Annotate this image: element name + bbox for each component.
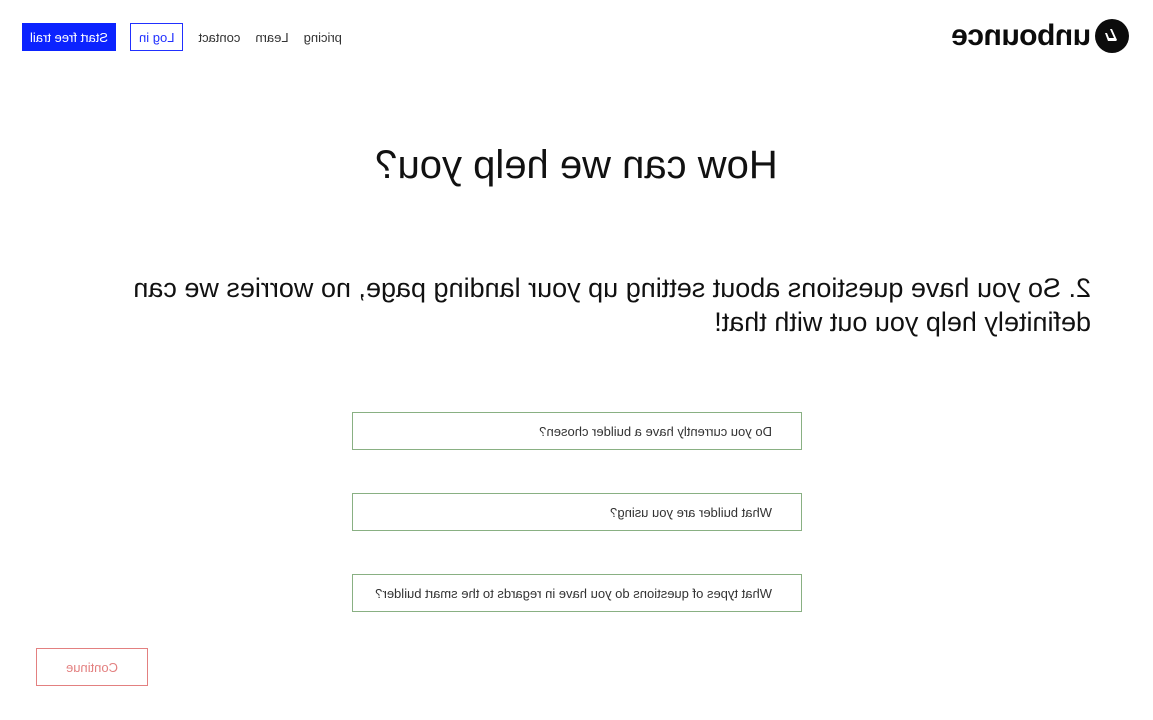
nav-link-contact[interactable]: contact xyxy=(198,30,240,45)
login-button[interactable]: Log in xyxy=(130,23,184,51)
brand-logo[interactable]: unbounce xyxy=(952,19,1129,53)
brand-name: unbounce xyxy=(951,19,1091,52)
nav-link-learn[interactable]: Learn xyxy=(255,30,288,45)
option-builder-chosen[interactable]: Do you currently have a builder chosen? xyxy=(352,412,802,450)
continue-button[interactable]: Continue xyxy=(36,648,148,686)
top-nav: pricing Learn contact Log in Start free … xyxy=(22,23,342,51)
option-smart-builder-questions[interactable]: What types of questions do you have in r… xyxy=(352,574,802,612)
start-trial-button[interactable]: Start free trail xyxy=(22,23,117,51)
page: unbounce pricing Learn contact Log in St… xyxy=(0,0,1153,720)
nav-link-pricing[interactable]: pricing xyxy=(304,30,342,45)
option-which-builder[interactable]: What builder are you using? xyxy=(352,493,802,531)
page-title: How can we help you? xyxy=(375,143,778,187)
question-text: 2. So you have questions about setting u… xyxy=(133,273,1091,337)
unbounce-logo-icon xyxy=(1095,19,1129,53)
